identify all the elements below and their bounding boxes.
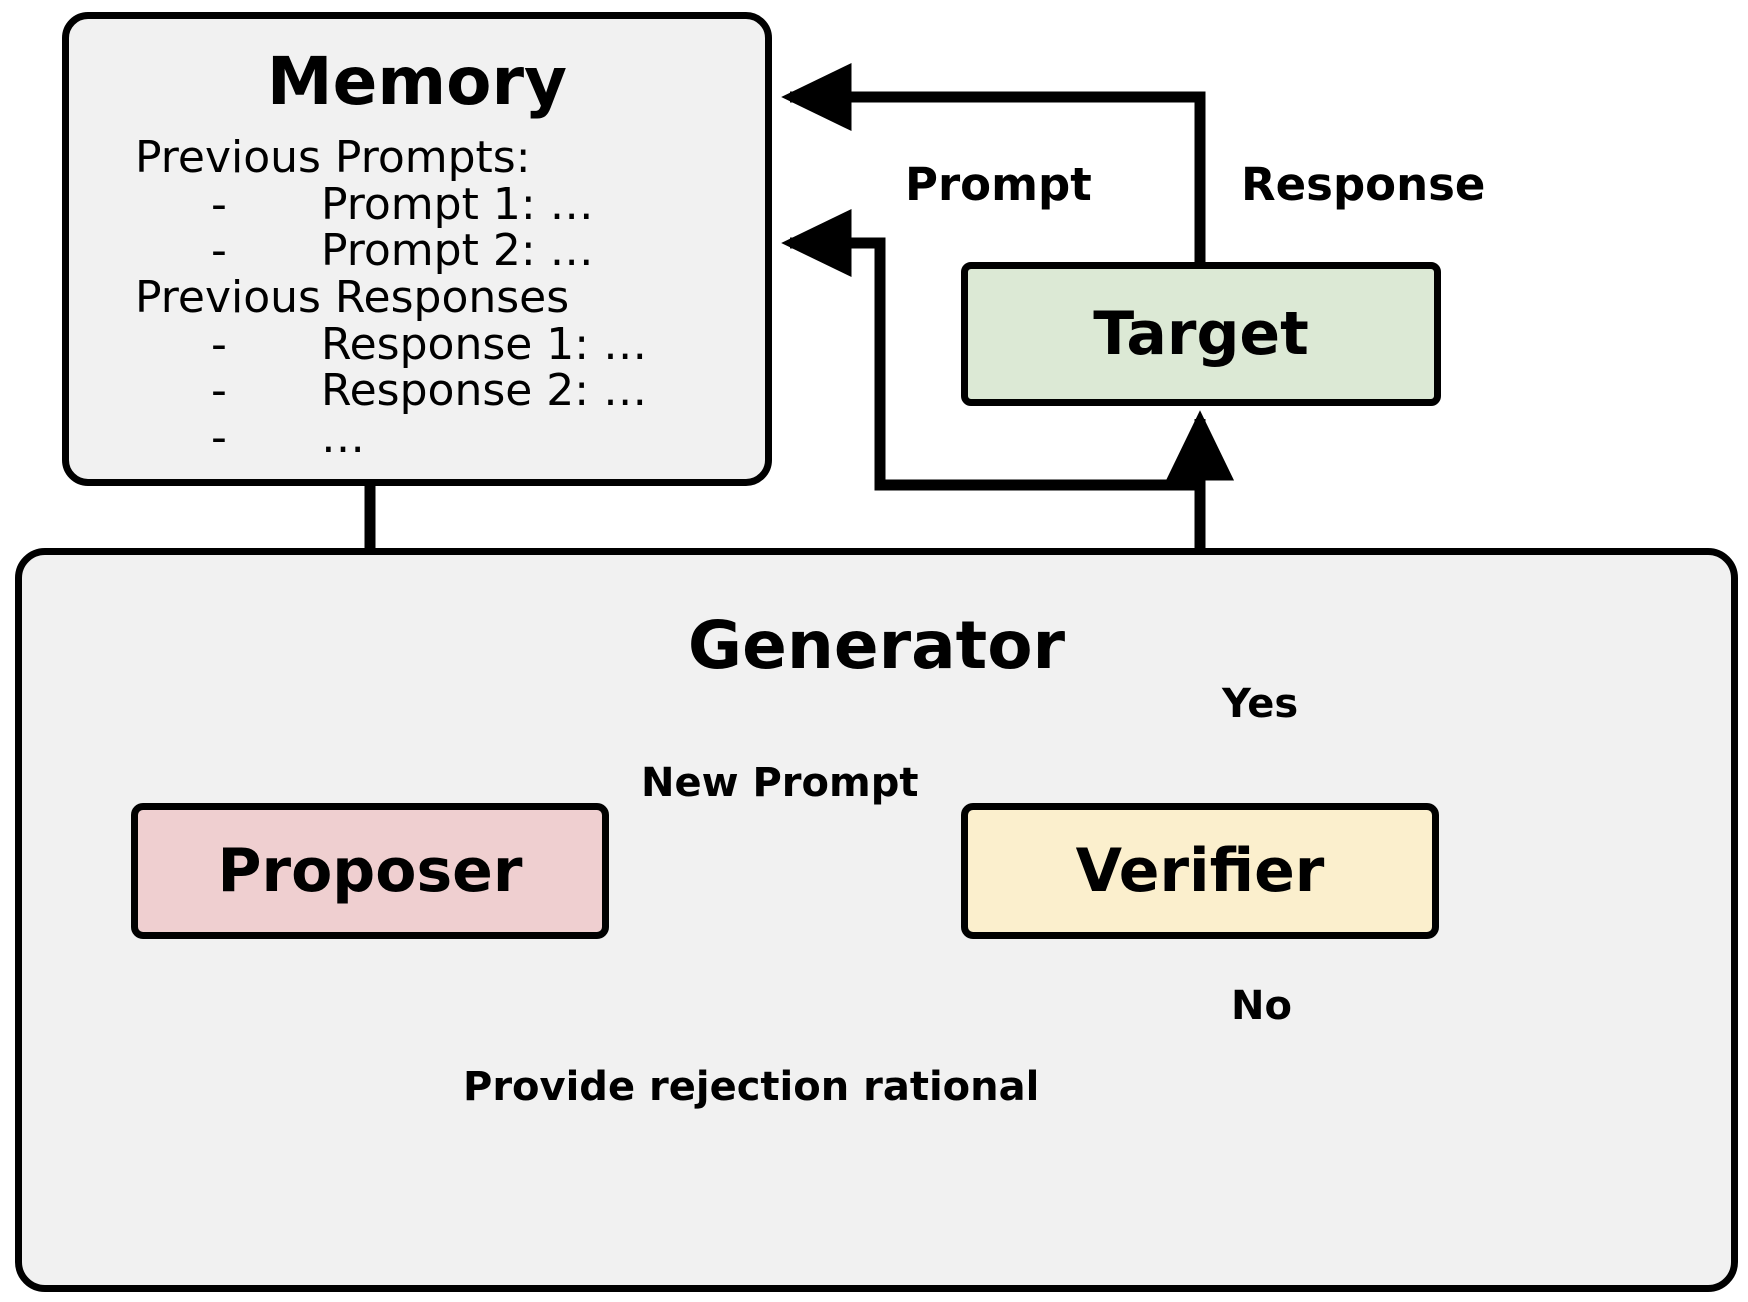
- proposer-label: Proposer: [217, 836, 523, 906]
- memory-bullet-item: - Response 2: …: [135, 365, 765, 417]
- memory-line-text: Response 1: …: [321, 318, 648, 370]
- proposer-node[interactable]: Proposer: [131, 803, 609, 939]
- memory-content-list: Previous Prompts: - Prompt 1: … - Prompt 2: …: [69, 132, 765, 463]
- memory-section-heading: Previous Prompts:: [135, 132, 765, 183]
- generator-title: Generator: [687, 607, 1066, 684]
- bullet-dash-icon: -: [211, 178, 227, 230]
- memory-title: Memory: [266, 43, 568, 120]
- edge-label-yes: Yes: [1222, 681, 1299, 727]
- bullet-dash-icon: -: [211, 318, 227, 370]
- memory-section-heading: Previous Responses: [135, 271, 765, 323]
- verifier-label: Verifier: [1075, 836, 1325, 906]
- edge-label-prompt: Prompt: [905, 158, 1092, 211]
- edge-label-no: No: [1231, 983, 1292, 1029]
- memory-line-text: Previous Prompts:: [135, 132, 531, 183]
- target-node[interactable]: Target: [961, 262, 1441, 406]
- memory-bullet-item: - Prompt 2: …: [135, 225, 765, 277]
- memory-panel: Memory Previous Prompts: - Prompt 1: … - Pro…: [62, 12, 772, 486]
- verifier-node[interactable]: Verifier: [961, 803, 1439, 939]
- bullet-dash-icon: -: [211, 225, 227, 277]
- memory-bullet-item: - Prompt 1: …: [135, 178, 765, 230]
- memory-line-text: Previous Responses: [135, 271, 570, 323]
- edge-label-response: Response: [1241, 158, 1486, 211]
- memory-bullet-item: - Response 1: …: [135, 318, 765, 370]
- edge-label-rejection-rational: Provide rejection rational: [463, 1064, 1040, 1110]
- target-label: Target: [1093, 299, 1309, 369]
- memory-line-text: Response 2: …: [321, 365, 648, 417]
- memory-bullet-item: -…: [135, 411, 765, 463]
- bullet-dash-icon: -: [211, 411, 227, 463]
- diagram-canvas: Generator Memory Previous Prompts: - Promp…: [0, 0, 1748, 1302]
- memory-line-text: …: [321, 411, 365, 463]
- memory-line-text: Prompt 1: …: [321, 178, 594, 230]
- memory-line-text: Prompt 2: …: [321, 225, 594, 277]
- edge-label-new-prompt: New Prompt: [641, 760, 919, 806]
- bullet-dash-icon: -: [211, 365, 227, 417]
